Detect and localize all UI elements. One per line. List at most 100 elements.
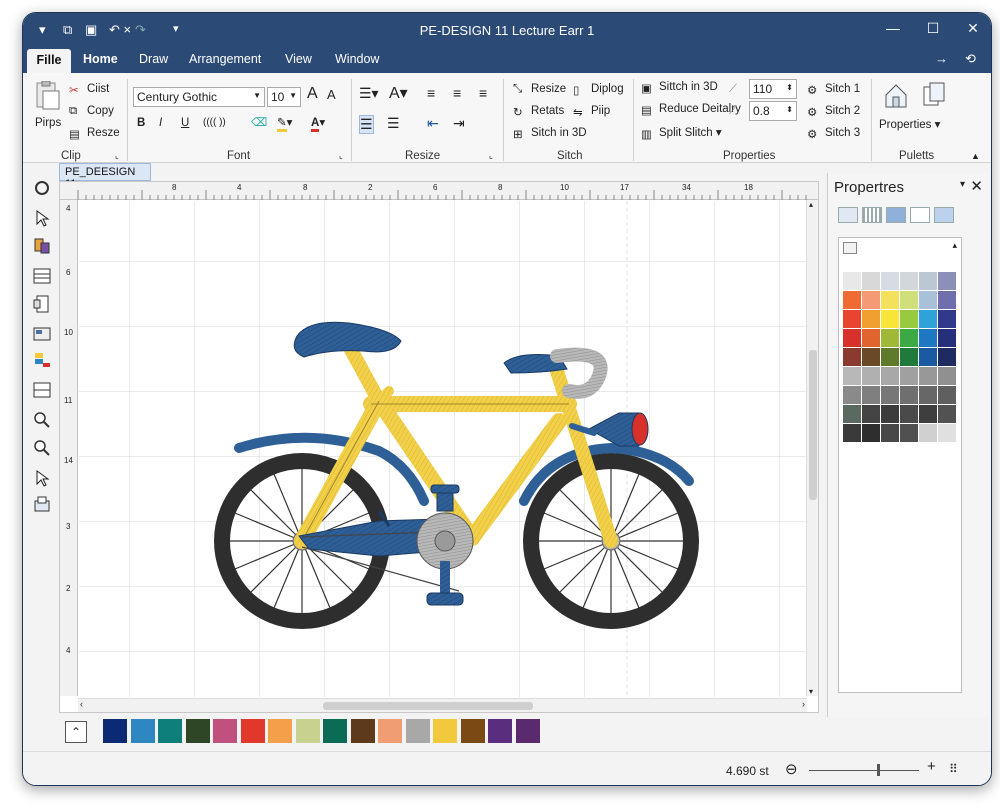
tab-view[interactable]: View <box>285 52 312 66</box>
color-swatch[interactable] <box>919 291 937 309</box>
color-swatch[interactable] <box>862 272 880 290</box>
diplog-button[interactable]: ▯ Diplog <box>573 83 624 97</box>
panel-menu-icon[interactable]: ▾ <box>960 179 965 190</box>
tab-arrangement[interactable]: Arrangement <box>189 52 261 66</box>
tab-file[interactable]: Fille <box>27 49 71 73</box>
design-canvas[interactable]: 8 4 8 2 6 8 10 17 34 18 4 6 10 11 14 3 2… <box>59 181 819 713</box>
sitch-resize-button[interactable]: ⤡ Resize <box>513 83 566 95</box>
resize-clip-button[interactable]: ▤ Resze <box>69 127 120 141</box>
font-color-icon[interactable]: A▾ <box>311 115 325 132</box>
text-format-icon[interactable]: A▾ <box>389 83 408 103</box>
color-swatch[interactable] <box>843 424 861 442</box>
thread-color-swatch[interactable] <box>103 719 127 743</box>
shrink-font-icon[interactable]: A <box>327 87 336 102</box>
reduce-density-button[interactable]: ▤ Reduce Deitalry <box>641 103 741 117</box>
vertical-scrollbar[interactable]: ▴ ▾ <box>806 200 818 696</box>
thread-color-swatch[interactable] <box>295 719 320 743</box>
scroll-down-icon[interactable]: ▾ <box>809 687 813 696</box>
paste-icon[interactable] <box>33 80 61 111</box>
color-swatch[interactable] <box>900 386 918 404</box>
color-sort-icon[interactable] <box>33 351 51 369</box>
color-swatch[interactable] <box>900 329 918 347</box>
zoom-slider-thumb[interactable] <box>877 764 880 776</box>
color-swatch[interactable] <box>862 348 880 366</box>
indent-left-icon[interactable]: ⇤ <box>427 115 439 132</box>
scroll-left-icon[interactable]: ‹ <box>80 699 83 709</box>
paste-button[interactable]: Pirps <box>35 117 61 129</box>
table-tool-icon[interactable] <box>33 267 51 285</box>
palette-expand-icon[interactable]: ⌃ <box>65 721 87 743</box>
thread-color-swatch[interactable] <box>240 719 265 743</box>
piip-button[interactable]: ⇋ Piip <box>573 105 610 119</box>
brush-tool-icon[interactable] <box>33 237 51 255</box>
layers-icon[interactable] <box>921 81 947 109</box>
pulets-properties-button[interactable]: Properties ▾ <box>879 117 940 131</box>
lines-icon[interactable]: ☰ <box>387 115 400 132</box>
color-swatch[interactable] <box>900 424 918 442</box>
palette-scroll-up-icon[interactable]: ▴ <box>952 240 957 251</box>
color-swatch[interactable] <box>900 291 918 309</box>
thread-color-swatch[interactable] <box>268 719 292 743</box>
sittch-in-3d-button[interactable]: ▣ Sittch in 3D <box>641 81 718 95</box>
zoom-in-icon[interactable] <box>33 411 51 429</box>
sitch-2-button[interactable]: ⚙ Sitch 2 <box>807 105 860 119</box>
color-swatch[interactable] <box>900 405 918 423</box>
pointer-icon[interactable] <box>33 469 51 487</box>
indent-right-icon[interactable]: ⇥ <box>453 115 465 132</box>
color-swatch[interactable] <box>900 310 918 328</box>
color-swatch[interactable] <box>862 367 880 385</box>
color-swatch[interactable] <box>938 405 956 423</box>
sitch-3-button[interactable]: ⚙ Sitch 3 <box>807 127 860 141</box>
value-spinner-2[interactable]: 0.8 ⬍ <box>749 101 797 121</box>
align-right-icon[interactable]: ≡ <box>479 85 487 101</box>
color-swatch[interactable] <box>938 329 956 347</box>
color-swatch[interactable] <box>938 424 956 442</box>
thread-color-swatch[interactable] <box>323 719 347 743</box>
panel-tab-gradient-icon[interactable] <box>838 207 858 223</box>
zoom-out-button[interactable]: ⊖ <box>785 760 798 778</box>
copy-button[interactable]: ⧉ Copy <box>69 105 114 117</box>
value-spinner-1[interactable]: 110 ⬍ <box>749 79 797 99</box>
scroll-right-icon[interactable]: › <box>802 699 805 709</box>
share-icon[interactable]: → <box>935 51 948 66</box>
color-swatch[interactable] <box>938 291 956 309</box>
color-swatch[interactable] <box>843 348 861 366</box>
grid-view-icon[interactable]: ⠿ <box>949 762 958 776</box>
align-center-icon[interactable]: ≡ <box>453 85 461 101</box>
scroll-thumb[interactable] <box>809 350 817 500</box>
thread-color-swatch[interactable] <box>130 719 155 743</box>
bicycle-embroidery[interactable] <box>79 201 807 697</box>
thread-color-swatch[interactable] <box>350 719 375 743</box>
clip-expand-icon[interactable]: ⌞ <box>115 151 119 160</box>
color-swatch[interactable] <box>881 367 899 385</box>
thread-color-swatch[interactable] <box>378 719 402 743</box>
collapse-ribbon-icon[interactable]: ▲ <box>971 151 980 161</box>
tab-window[interactable]: Window <box>335 52 379 66</box>
color-swatch[interactable] <box>862 386 880 404</box>
list-icon[interactable]: ☰▾ <box>359 85 379 102</box>
frame-tool-icon[interactable] <box>33 381 51 399</box>
refresh-icon[interactable]: ⟲ <box>965 51 976 67</box>
tab-home[interactable]: Home <box>83 52 118 66</box>
font-size-select[interactable]: 10 ▼ <box>267 87 301 107</box>
color-swatch[interactable] <box>919 367 937 385</box>
thread-color-swatch[interactable] <box>185 719 210 743</box>
color-swatch[interactable] <box>938 310 956 328</box>
color-swatch[interactable] <box>881 310 899 328</box>
color-swatch[interactable] <box>938 272 956 290</box>
color-swatch[interactable] <box>919 405 937 423</box>
thread-color-swatch[interactable] <box>488 719 512 743</box>
page-tool-icon[interactable] <box>33 295 51 313</box>
thread-color-swatch[interactable] <box>515 719 540 743</box>
justify-icon[interactable]: ☰ <box>359 115 374 134</box>
color-swatch[interactable] <box>900 272 918 290</box>
strikethrough-icon[interactable]: (((( )) <box>203 117 226 128</box>
minimize-icon[interactable]: — <box>883 20 903 36</box>
zoom-slider[interactable] <box>809 770 919 771</box>
bold-icon[interactable]: B <box>137 117 145 129</box>
color-swatch[interactable] <box>919 329 937 347</box>
close-icon[interactable]: ✕ <box>963 20 983 37</box>
color-swatch[interactable] <box>919 348 937 366</box>
tab-draw[interactable]: Draw <box>139 52 168 66</box>
zoom-in-button[interactable]: + <box>927 758 936 775</box>
